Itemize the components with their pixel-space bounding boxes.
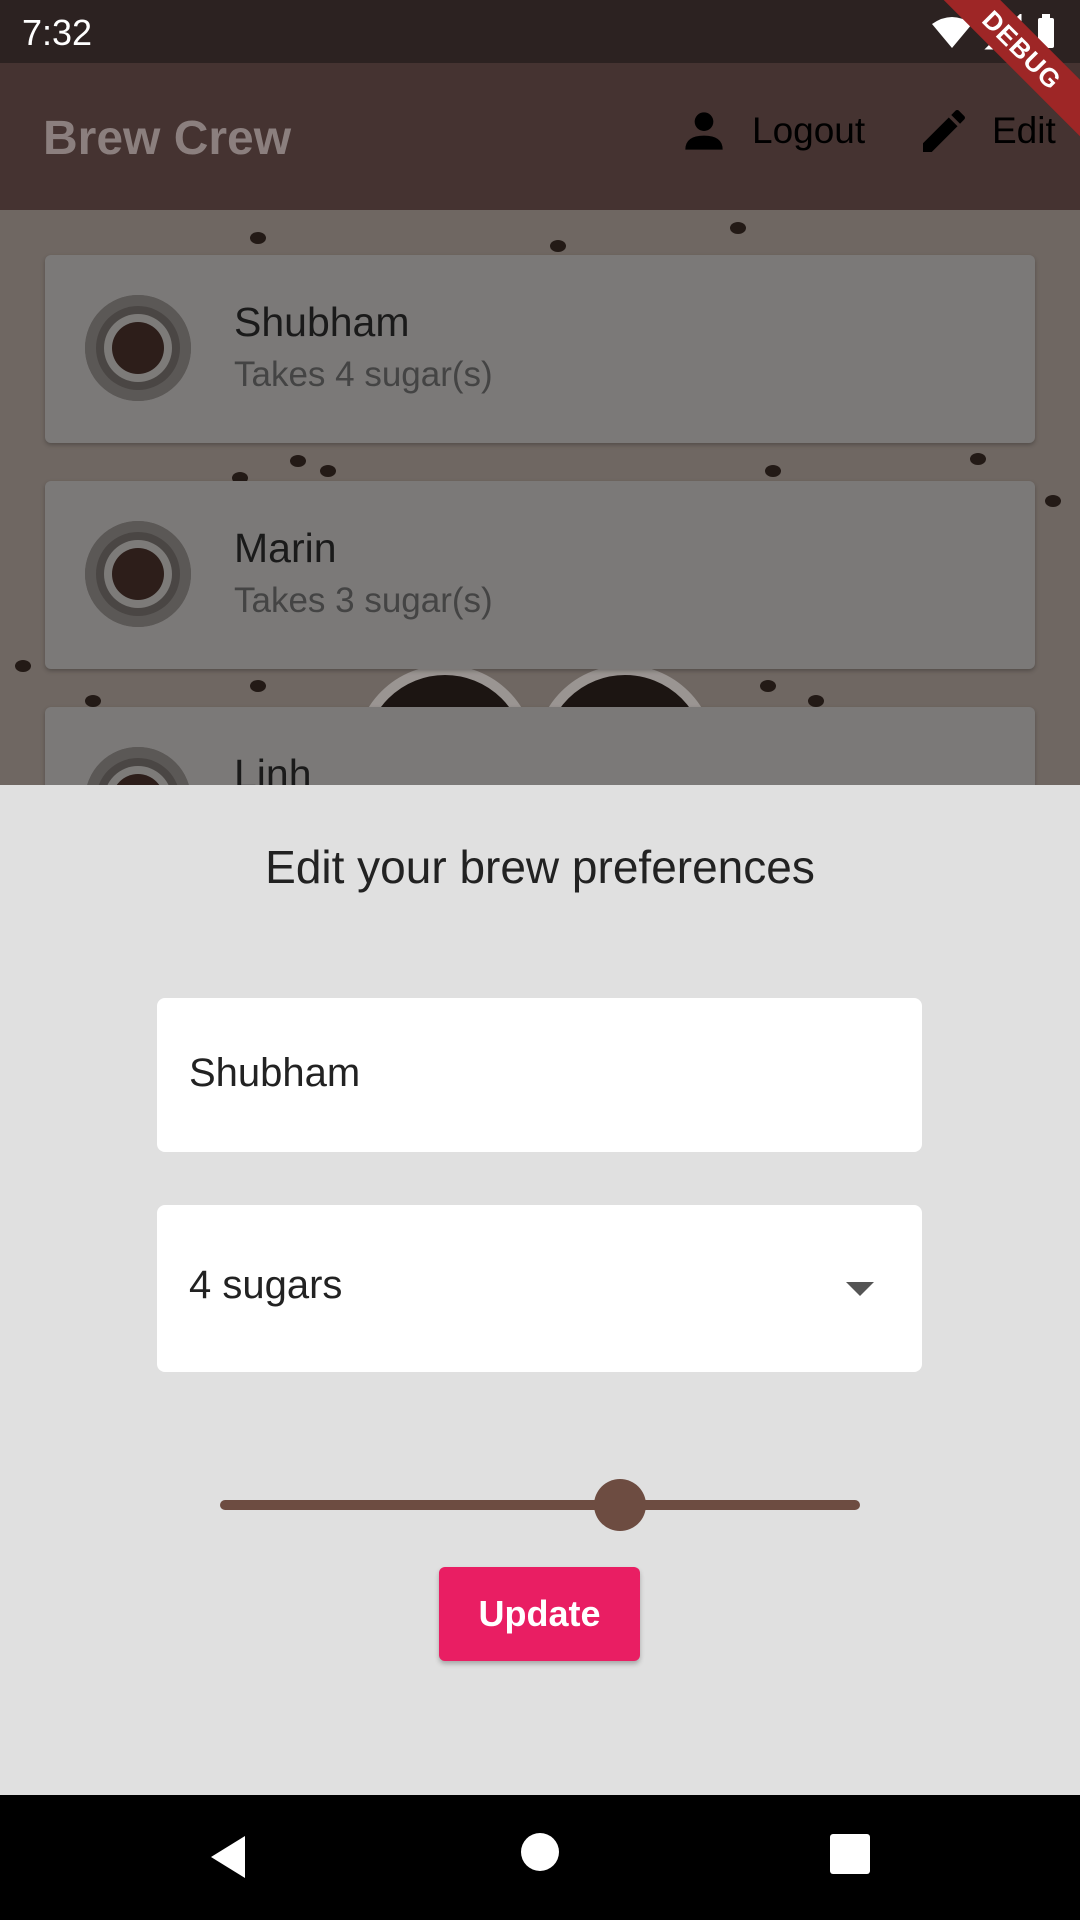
back-icon[interactable]	[205, 1832, 255, 1882]
avatar	[85, 747, 191, 785]
name-input[interactable]	[189, 1043, 879, 1103]
name-field[interactable]	[157, 998, 922, 1152]
brew-card[interactable]: Marin Takes 3 sugar(s)	[45, 481, 1035, 669]
bean-decoration	[250, 232, 266, 244]
edit-label: Edit	[992, 110, 1056, 151]
bean-decoration	[250, 680, 266, 692]
sugar-dropdown[interactable]: 4 sugars	[157, 1205, 922, 1372]
bean-decoration	[290, 455, 306, 467]
status-bar: 7:32 DEBUG	[0, 0, 1080, 149]
edit-button[interactable]: Edit	[916, 101, 1056, 161]
update-button[interactable]: Update	[439, 1567, 640, 1661]
strength-slider[interactable]	[220, 1477, 860, 1533]
avatar	[85, 521, 191, 627]
brew-card[interactable]: Linh	[45, 707, 1035, 785]
app-bar: Brew Crew Logout Edit	[0, 63, 1080, 210]
brew-sugars: Takes 3 sugar(s)	[234, 581, 493, 620]
bean-decoration	[1045, 495, 1061, 507]
brew-name: Marin	[234, 525, 337, 571]
recents-icon[interactable]	[830, 1832, 870, 1882]
logout-label: Logout	[752, 110, 866, 151]
person-icon	[685, 112, 723, 150]
bean-decoration	[15, 660, 31, 672]
coffee-cup-icon	[87, 747, 189, 785]
brew-list: Shubham Takes 4 sugar(s) Marin Takes 3 s…	[0, 210, 1080, 785]
slider-track[interactable]	[220, 1500, 860, 1510]
coffee-cup-icon	[85, 521, 191, 627]
bean-decoration	[730, 222, 746, 234]
brew-sugars: Takes 4 sugar(s)	[234, 355, 493, 394]
bean-decoration	[320, 465, 336, 477]
navigation-bar	[0, 1795, 1080, 1920]
bean-decoration	[85, 695, 101, 707]
brew-name: Shubham	[234, 299, 410, 345]
dropdown-arrow-icon	[846, 1282, 874, 1296]
bean-decoration	[760, 680, 776, 692]
avatar	[85, 295, 191, 401]
slider-thumb[interactable]	[594, 1479, 646, 1531]
status-time: 7:32	[22, 12, 93, 53]
edit-preferences-sheet: Edit your brew preferences 4 sugars Upda…	[0, 785, 1080, 1795]
pencil-icon	[923, 109, 965, 152]
coffee-cup-icon	[85, 295, 191, 401]
app-title: Brew Crew	[43, 112, 292, 165]
bean-decoration	[808, 695, 824, 707]
sheet-title: Edit your brew preferences	[265, 841, 815, 893]
sugar-selected-value: 4 sugars	[189, 1263, 343, 1307]
brew-name: Linh	[234, 751, 312, 785]
logout-button[interactable]: Logout	[676, 101, 865, 161]
bean-decoration	[550, 240, 566, 252]
home-icon[interactable]	[520, 1832, 560, 1882]
bean-decoration	[970, 453, 986, 465]
bean-decoration	[765, 465, 781, 477]
brew-card[interactable]: Shubham Takes 4 sugar(s)	[45, 255, 1035, 443]
